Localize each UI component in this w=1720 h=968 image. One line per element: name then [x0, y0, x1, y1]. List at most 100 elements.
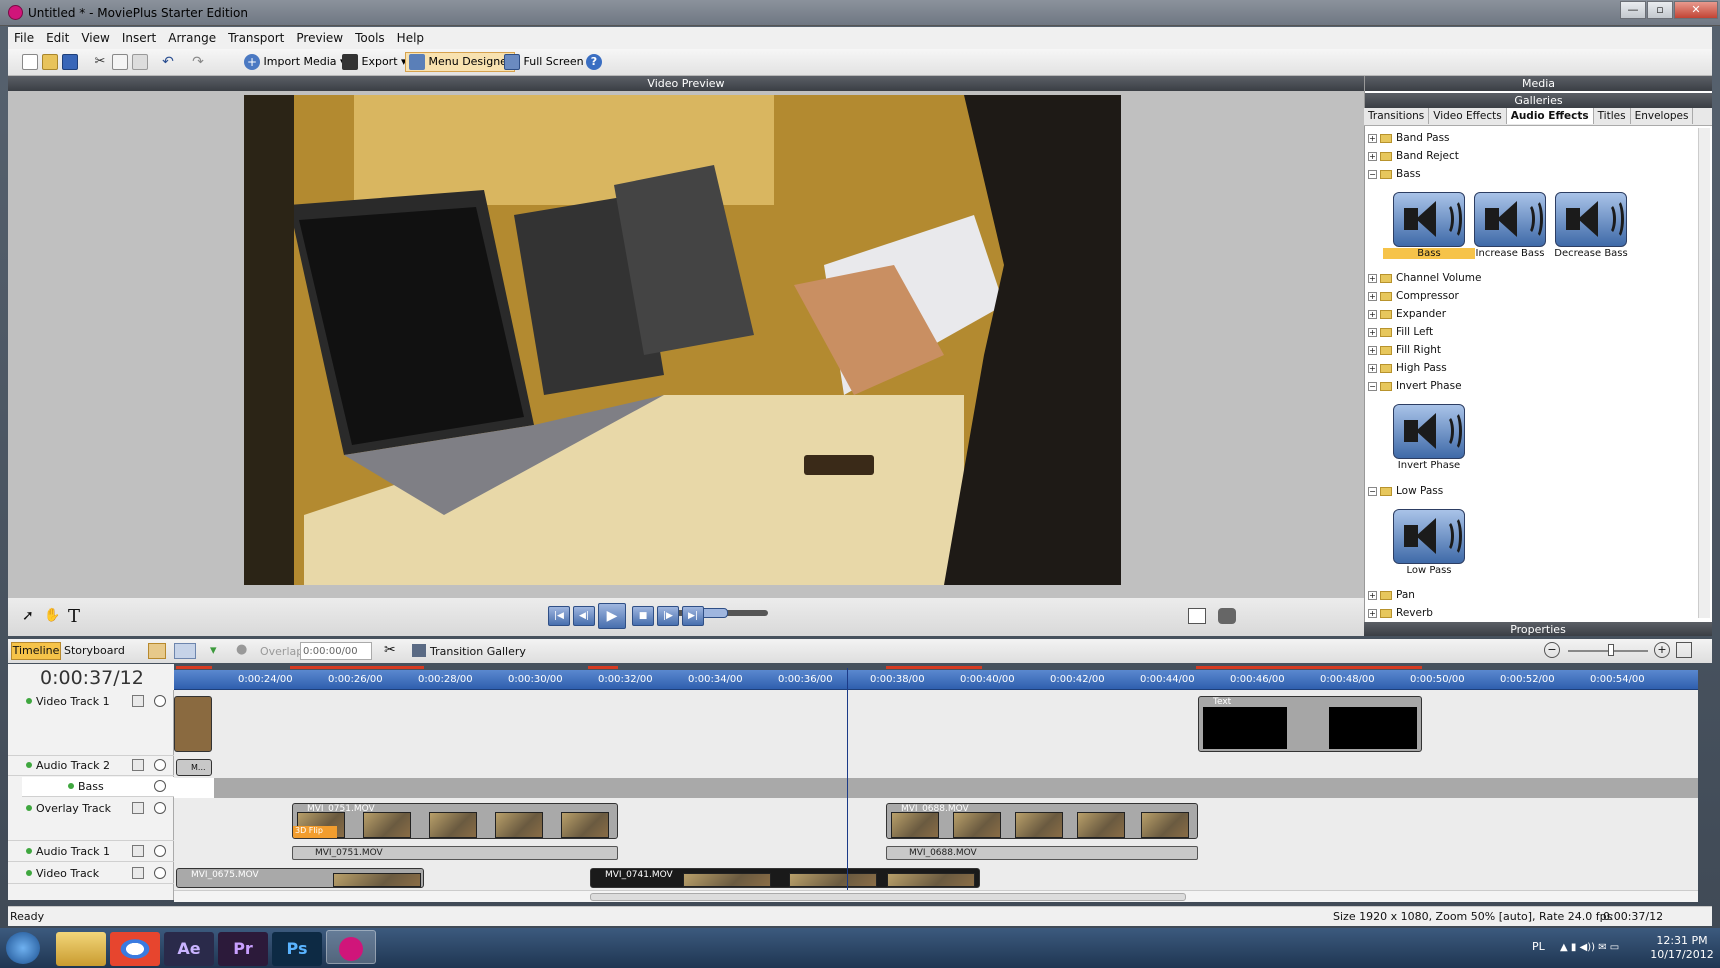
eye-icon[interactable] [154, 695, 166, 707]
eye-icon[interactable] [154, 802, 166, 814]
track-header-video-1[interactable]: Video Track 1 [8, 692, 174, 756]
track-lock-icon[interactable] [132, 695, 144, 707]
overlay-clip-1[interactable]: MVI_0751.MOV 3D Flip [292, 803, 618, 839]
track-header-bass[interactable]: Bass [22, 777, 174, 797]
track-header-audio-2[interactable]: Audio Track 2 [8, 756, 174, 776]
fx-invert-phase-tile[interactable] [1393, 404, 1465, 459]
tab-storyboard[interactable]: Storyboard [64, 644, 125, 657]
premiere-taskbar-icon[interactable]: Pr [218, 932, 268, 966]
tab-titles[interactable]: Titles [1594, 108, 1631, 124]
pointer-tool-icon[interactable]: ➚ [22, 608, 38, 624]
tab-transitions[interactable]: Transitions [1364, 108, 1430, 124]
transition-3d-flip[interactable]: 3D Flip [293, 826, 337, 838]
minimize-button[interactable]: — [1620, 1, 1646, 19]
tree-item-expander[interactable]: + Expander [1368, 306, 1446, 322]
explorer-taskbar-icon[interactable] [56, 932, 106, 966]
fx-increase-bass-tile[interactable] [1474, 192, 1546, 247]
text-tool-icon[interactable]: T [68, 606, 80, 627]
track-view-icon[interactable] [174, 643, 196, 659]
snapshot-camera-icon[interactable] [1218, 608, 1236, 624]
link-icon[interactable] [148, 643, 166, 659]
eye-icon[interactable] [154, 867, 166, 879]
tab-video-effects[interactable]: Video Effects [1429, 108, 1507, 124]
tab-timeline[interactable]: Timeline [11, 642, 61, 660]
aftereffects-taskbar-icon[interactable]: Ae [164, 932, 214, 966]
speaker-icon[interactable] [154, 759, 166, 771]
save-icon[interactable] [58, 52, 82, 72]
close-button[interactable]: ✕ [1674, 1, 1718, 19]
marker-icon[interactable]: ▾ [210, 643, 224, 659]
tree-item-band-pass[interactable]: + Band Pass [1368, 130, 1450, 146]
tree-item-low-pass[interactable]: − Low Pass [1368, 483, 1443, 499]
speaker-icon[interactable] [154, 845, 166, 857]
overlap-input[interactable] [300, 642, 372, 660]
playhead[interactable] [847, 668, 848, 900]
properties-header[interactable]: Properties [1364, 622, 1712, 636]
photoshop-taskbar-icon[interactable]: Ps [272, 932, 322, 966]
maximize-button[interactable]: ▫ [1647, 1, 1673, 19]
tab-envelopes[interactable]: Envelopes [1631, 108, 1694, 124]
menu-tools[interactable]: Tools [349, 27, 391, 45]
tree-item-compressor[interactable]: + Compressor [1368, 288, 1459, 304]
help-icon[interactable]: ? [582, 52, 606, 72]
redo-icon[interactable]: ↷ [186, 52, 210, 72]
timeline-scroll-thumb[interactable] [590, 893, 1186, 901]
language-indicator[interactable]: PL [1532, 940, 1545, 953]
tree-item-invert-phase[interactable]: − Invert Phase [1368, 378, 1462, 394]
go-to-start-button[interactable]: |◀ [548, 606, 570, 626]
effect-toggle-icon[interactable] [154, 780, 166, 792]
video-clip-2[interactable]: MVI_0741.MOV [590, 868, 980, 888]
fit-timeline-icon[interactable] [1676, 642, 1692, 658]
bass-effect-lane[interactable] [174, 778, 1698, 798]
track-lock-icon[interactable] [132, 759, 144, 771]
track-header-audio-1[interactable]: Audio Track 1 [8, 842, 174, 862]
transition-gallery-button[interactable]: Transition Gallery [430, 645, 526, 658]
menu-view[interactable]: View [75, 27, 115, 45]
movieplus-taskbar-icon[interactable] [326, 930, 376, 964]
zoom-out-icon[interactable]: − [1544, 642, 1560, 658]
menu-transport[interactable]: Transport [222, 27, 290, 45]
hand-tool-icon[interactable]: ✋ [44, 608, 60, 624]
fx-low-pass-tile[interactable] [1393, 509, 1465, 564]
track-lock-icon[interactable] [132, 802, 144, 814]
timeline-ruler[interactable] [174, 670, 1698, 690]
tree-item-reverb[interactable]: + Reverb [1368, 605, 1433, 621]
export-button[interactable]: Export ▾ [338, 52, 411, 72]
tree-item-fill-left[interactable]: + Fill Left [1368, 324, 1433, 340]
split-scissors-icon[interactable]: ✂ [384, 642, 396, 658]
audio-track-2-clip[interactable]: M... [176, 759, 212, 776]
text-clip[interactable]: Text [1198, 696, 1422, 752]
fx-decrease-bass-tile[interactable] [1555, 192, 1627, 247]
paste-icon[interactable] [128, 52, 152, 72]
video-clip-1[interactable]: MVI_0675.MOV [176, 868, 424, 888]
gallery-scrollbar[interactable] [1698, 128, 1710, 618]
video-track-1-clip[interactable] [174, 696, 212, 752]
tab-audio-effects[interactable]: Audio Effects [1506, 108, 1594, 124]
play-button[interactable]: ▶ [598, 603, 626, 629]
step-forward-button[interactable]: |▶ [657, 606, 679, 626]
import-media-button[interactable]: + Import Media ▾ [240, 52, 350, 72]
fx-bass-tile[interactable] [1393, 192, 1465, 247]
track-lock-icon[interactable] [132, 867, 144, 879]
stop-button[interactable]: ■ [632, 606, 654, 626]
start-button[interactable] [6, 932, 40, 964]
step-back-button[interactable]: ◀| [573, 606, 595, 626]
zoom-slider-handle[interactable] [1608, 644, 1614, 656]
undo-icon[interactable]: ↶ [156, 52, 180, 72]
audio-clip-1[interactable]: MVI_0751.MOV [292, 846, 618, 860]
tray-icons[interactable]: ▲ ▮ ◀)) ✉ ▭ [1560, 942, 1650, 953]
menu-preview[interactable]: Preview [290, 27, 349, 45]
clock-time[interactable]: 12:31 PM [1650, 934, 1714, 947]
tree-item-fill-right[interactable]: + Fill Right [1368, 342, 1441, 358]
menu-help[interactable]: Help [391, 27, 430, 45]
menu-edit[interactable]: Edit [40, 27, 75, 45]
tree-item-bass[interactable]: − Bass [1368, 166, 1421, 182]
go-to-end-button[interactable]: ▶| [682, 606, 704, 626]
audio-clip-2[interactable]: MVI_0688.MOV [886, 846, 1198, 860]
record-mic-icon[interactable]: ● [236, 642, 250, 660]
full-screen-button[interactable]: Full Screen [500, 52, 588, 72]
tree-item-pan[interactable]: + Pan [1368, 587, 1415, 603]
menu-arrange[interactable]: Arrange [162, 27, 222, 45]
tree-item-band-reject[interactable]: + Band Reject [1368, 148, 1459, 164]
aspect-icon[interactable] [1188, 608, 1206, 624]
